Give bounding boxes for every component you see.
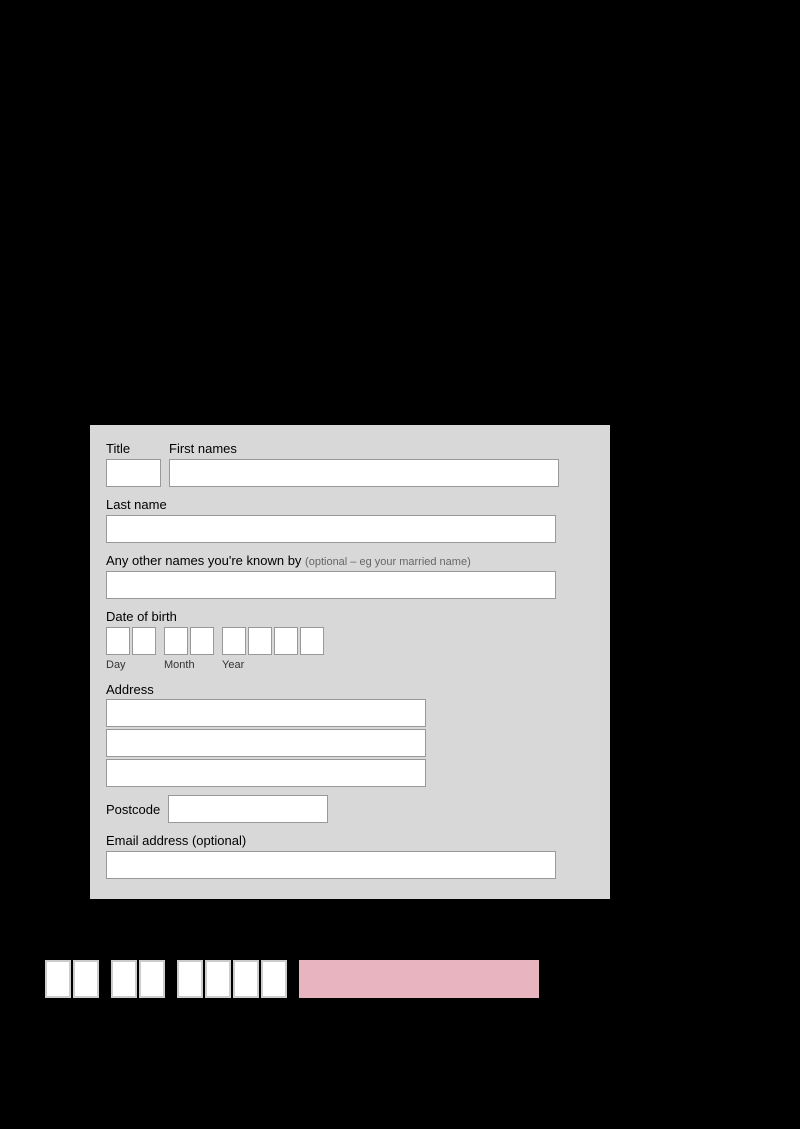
othername-input[interactable] xyxy=(106,571,556,599)
form-section: Title First names Last name Any other na… xyxy=(90,425,610,899)
othername-group: Any other names you're known by (optiona… xyxy=(106,553,594,599)
firstname-label: First names xyxy=(169,441,559,456)
lastname-input[interactable] xyxy=(106,515,556,543)
postcode-input[interactable] xyxy=(168,795,328,823)
email-section: Email address (optional) xyxy=(106,833,594,879)
dob-day-input-2[interactable] xyxy=(132,627,156,655)
dob-year-boxes xyxy=(222,627,324,655)
bottom-year-boxes xyxy=(177,960,287,998)
dob-day-input-1[interactable] xyxy=(106,627,130,655)
email-group: Email address (optional) xyxy=(106,833,594,879)
dob-year-unit: Year xyxy=(222,627,324,671)
firstname-input[interactable] xyxy=(169,459,559,487)
dob-day-unit: Day xyxy=(106,627,156,671)
lastname-row: Last name xyxy=(106,497,594,543)
bottom-day-input-2[interactable] xyxy=(73,960,99,998)
postcode-row: Postcode xyxy=(106,795,594,823)
bottom-month-input-1[interactable] xyxy=(111,960,137,998)
address-line-1-input[interactable] xyxy=(106,699,426,727)
lastname-label: Last name xyxy=(106,497,594,512)
dob-month-label: Month xyxy=(164,659,195,671)
dob-year-input-3[interactable] xyxy=(274,627,298,655)
bottom-year-input-1[interactable] xyxy=(177,960,203,998)
lastname-group: Last name xyxy=(106,497,594,543)
dob-fields: Day Month xyxy=(106,627,594,671)
dob-label: Date of birth xyxy=(106,609,594,624)
email-label: Email address (optional) xyxy=(106,833,594,848)
top-section xyxy=(0,0,800,425)
title-label: Title xyxy=(106,441,161,456)
postcode-label: Postcode xyxy=(106,802,160,817)
othername-label: Any other names you're known by (optiona… xyxy=(106,553,594,568)
dob-month-boxes xyxy=(164,627,214,655)
bottom-year-input-4[interactable] xyxy=(261,960,287,998)
dob-day-boxes xyxy=(106,627,156,655)
dob-month-unit: Month xyxy=(164,627,214,671)
address-line-2-input[interactable] xyxy=(106,729,426,757)
title-group: Title xyxy=(106,441,161,487)
bottom-day-boxes xyxy=(45,960,99,998)
bottom-month-input-2[interactable] xyxy=(139,960,165,998)
dob-year-input-1[interactable] xyxy=(222,627,246,655)
dob-month-input-1[interactable] xyxy=(164,627,188,655)
name-row: Title First names xyxy=(106,441,594,487)
bottom-month-boxes xyxy=(111,960,165,998)
bottom-year-input-2[interactable] xyxy=(205,960,231,998)
dob-day-label: Day xyxy=(106,659,126,671)
title-input[interactable] xyxy=(106,459,161,487)
dob-year-input-2[interactable] xyxy=(248,627,272,655)
bottom-pink-input[interactable] xyxy=(299,960,539,998)
dob-month-input-2[interactable] xyxy=(190,627,214,655)
othername-row: Any other names you're known by (optiona… xyxy=(106,553,594,599)
firstname-group: First names xyxy=(169,441,559,487)
bottom-year-input-3[interactable] xyxy=(233,960,259,998)
address-label: Address xyxy=(106,682,154,697)
address-inputs xyxy=(106,699,594,787)
address-section: Address Postcode xyxy=(106,681,594,823)
bottom-day-input-1[interactable] xyxy=(45,960,71,998)
bottom-section xyxy=(45,960,539,998)
dob-year-input-4[interactable] xyxy=(300,627,324,655)
othername-optional: (optional – eg your married name) xyxy=(305,556,471,568)
dob-group: Date of birth Day Month xyxy=(106,609,594,671)
dob-year-label: Year xyxy=(222,659,244,671)
address-line-3-input[interactable] xyxy=(106,759,426,787)
email-input[interactable] xyxy=(106,851,556,879)
page-wrapper: Title First names Last name Any other na… xyxy=(0,0,800,1129)
